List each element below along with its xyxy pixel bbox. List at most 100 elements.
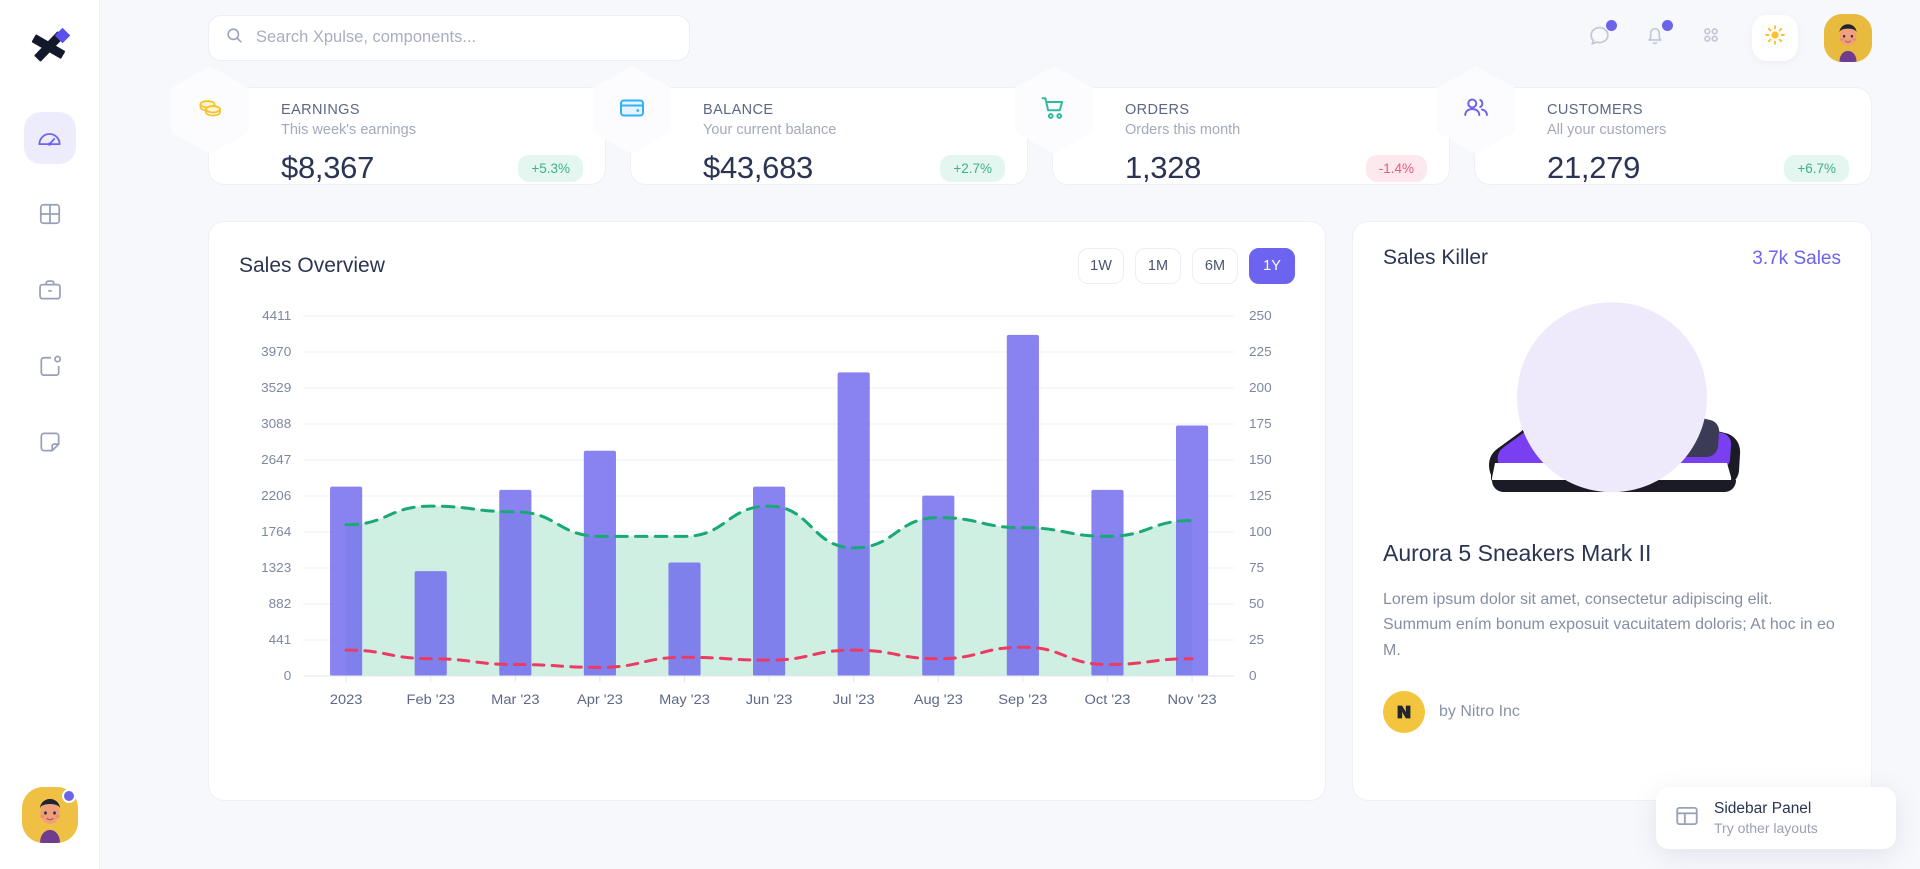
stat-card-orders[interactable]: ORDERS Orders this month 1,328 -1.4% [1052, 87, 1450, 185]
svg-text:2647: 2647 [261, 452, 291, 467]
topbar-actions [1584, 14, 1872, 62]
stat-card-balance[interactable]: BALANCE Your current balance $43,683 +2.… [630, 87, 1028, 185]
svg-text:4411: 4411 [262, 308, 291, 323]
range-button-1w[interactable]: 1W [1078, 248, 1124, 284]
svg-text:Mar '23: Mar '23 [491, 692, 539, 708]
svg-text:0: 0 [284, 668, 292, 683]
left-sidebar [0, 0, 100, 869]
x-logo-icon[interactable] [22, 18, 78, 74]
svg-text:225: 225 [1249, 344, 1272, 359]
chart-header: Sales Overview 1W 1M 6M 1Y [239, 248, 1295, 284]
svg-text:882: 882 [269, 596, 292, 611]
range-button-1y[interactable]: 1Y [1249, 248, 1295, 284]
svg-text:150: 150 [1249, 452, 1272, 467]
svg-text:Jun '23: Jun '23 [746, 692, 793, 708]
notification-badge [1662, 20, 1673, 31]
svg-text:25: 25 [1249, 632, 1264, 647]
stat-label: CUSTOMERS [1547, 102, 1849, 118]
sidebar-item-pages[interactable] [24, 416, 76, 468]
stat-value: $43,683 [703, 150, 813, 186]
svg-text:1764: 1764 [261, 524, 291, 539]
stat-delta-badge: +6.7% [1784, 155, 1849, 182]
svg-text:50: 50 [1249, 596, 1264, 611]
wallet-icon [617, 93, 647, 128]
page-title: Sales Overview [239, 254, 385, 278]
customers-icon [1461, 93, 1491, 128]
stat-label: ORDERS [1125, 102, 1427, 118]
stat-value: 1,328 [1125, 150, 1201, 186]
svg-text:0: 0 [1249, 668, 1257, 683]
stat-label: BALANCE [703, 102, 1005, 118]
apps-grid-icon [1700, 24, 1722, 51]
sidebar-panel-text: Sidebar Panel Try other layouts [1714, 800, 1818, 836]
stat-delta-badge: +5.3% [518, 155, 583, 182]
svg-text:250: 250 [1249, 308, 1272, 323]
sidebar-item-notifications[interactable] [24, 340, 76, 392]
product-description: Lorem ipsum dolor sit amet, consectetur … [1383, 587, 1841, 663]
stat-delta-badge: -1.4% [1366, 155, 1427, 182]
notifications-button[interactable] [1640, 23, 1670, 53]
briefcase-icon [37, 277, 63, 303]
svg-text:May '23: May '23 [659, 692, 710, 708]
stat-label: EARNINGS [281, 102, 583, 118]
profile-avatar[interactable] [1824, 14, 1872, 62]
svg-text:100: 100 [1249, 524, 1272, 539]
sales-killer-count: 3.7k Sales [1752, 248, 1841, 270]
author-name: by Nitro Inc [1439, 703, 1520, 721]
stat-sublabel: Your current balance [703, 122, 1005, 138]
sidebar-item-dashboard[interactable] [24, 112, 76, 164]
dashboard-gauge-icon [36, 125, 63, 152]
coins-icon [195, 93, 225, 128]
stat-card-customers[interactable]: CUSTOMERS All your customers 21,279 +6.7… [1474, 87, 1872, 185]
svg-text:Apr '23: Apr '23 [577, 692, 623, 708]
message-badge [1606, 20, 1617, 31]
range-toggle-group: 1W 1M 6M 1Y [1078, 248, 1295, 284]
svg-text:175: 175 [1249, 416, 1272, 431]
sidebar-user-avatar[interactable] [22, 787, 78, 843]
sales-chart: 0044125882501323751764100220612526471503… [239, 308, 1295, 728]
svg-text:Nov '23: Nov '23 [1167, 692, 1216, 708]
stat-value: $8,367 [281, 150, 374, 186]
sales-overview-card: Sales Overview 1W 1M 6M 1Y 0 0 441 25 882 50 1… [208, 221, 1326, 801]
sun-icon [1763, 23, 1787, 52]
svg-text:Feb '23: Feb '23 [407, 692, 455, 708]
sidebar-panel-title: Sidebar Panel [1714, 800, 1818, 818]
topbar [100, 0, 1920, 75]
search-input[interactable] [256, 28, 673, 47]
product-image-wrap [1383, 276, 1841, 526]
sticker-icon [37, 429, 63, 455]
svg-text:Oct '23: Oct '23 [1085, 692, 1131, 708]
stat-row: $8,367 +5.3% [281, 150, 583, 186]
content-row: Sales Overview 1W 1M 6M 1Y 0 0 441 25 882 50 1… [100, 185, 1920, 869]
sales-killer-title: Sales Killer [1383, 246, 1488, 270]
chart-canvas: 0044125882501323751764100220612526471503… [239, 308, 1295, 728]
stat-sublabel: All your customers [1547, 122, 1849, 138]
sidebar-item-projects[interactable] [24, 264, 76, 316]
stat-row: 1,328 -1.4% [1125, 150, 1427, 186]
svg-text:2023: 2023 [330, 692, 363, 708]
messages-button[interactable] [1584, 23, 1614, 53]
stat-row: $43,683 +2.7% [703, 150, 1005, 186]
theme-toggle-button[interactable] [1752, 15, 1798, 61]
search-box[interactable] [208, 15, 690, 61]
stat-card-earnings[interactable]: EARNINGS This week's earnings $8,367 +5.… [208, 87, 606, 185]
stat-sublabel: Orders this month [1125, 122, 1427, 138]
stat-delta-badge: +2.7% [940, 155, 1005, 182]
range-button-6m[interactable]: 6M [1192, 248, 1238, 284]
svg-text:3529: 3529 [261, 380, 291, 395]
stat-icon-hex [171, 66, 249, 154]
sales-killer-header: Sales Killer 3.7k Sales [1383, 246, 1841, 270]
stat-value: 21,279 [1547, 150, 1640, 186]
range-button-1m[interactable]: 1M [1135, 248, 1181, 284]
svg-text:Jul '23: Jul '23 [833, 692, 875, 708]
sidebar-panel-popup[interactable]: Sidebar Panel Try other layouts [1656, 787, 1896, 849]
stat-row: 21,279 +6.7% [1547, 150, 1849, 186]
sidebar-item-widgets[interactable] [24, 188, 76, 240]
cart-icon [1039, 93, 1069, 128]
svg-text:441: 441 [269, 632, 292, 647]
svg-text:Aug '23: Aug '23 [914, 692, 963, 708]
nitro-logo-icon [1383, 691, 1425, 733]
product-author: by Nitro Inc [1383, 691, 1841, 733]
product-title: Aurora 5 Sneakers Mark II [1383, 540, 1841, 567]
apps-button[interactable] [1696, 23, 1726, 53]
